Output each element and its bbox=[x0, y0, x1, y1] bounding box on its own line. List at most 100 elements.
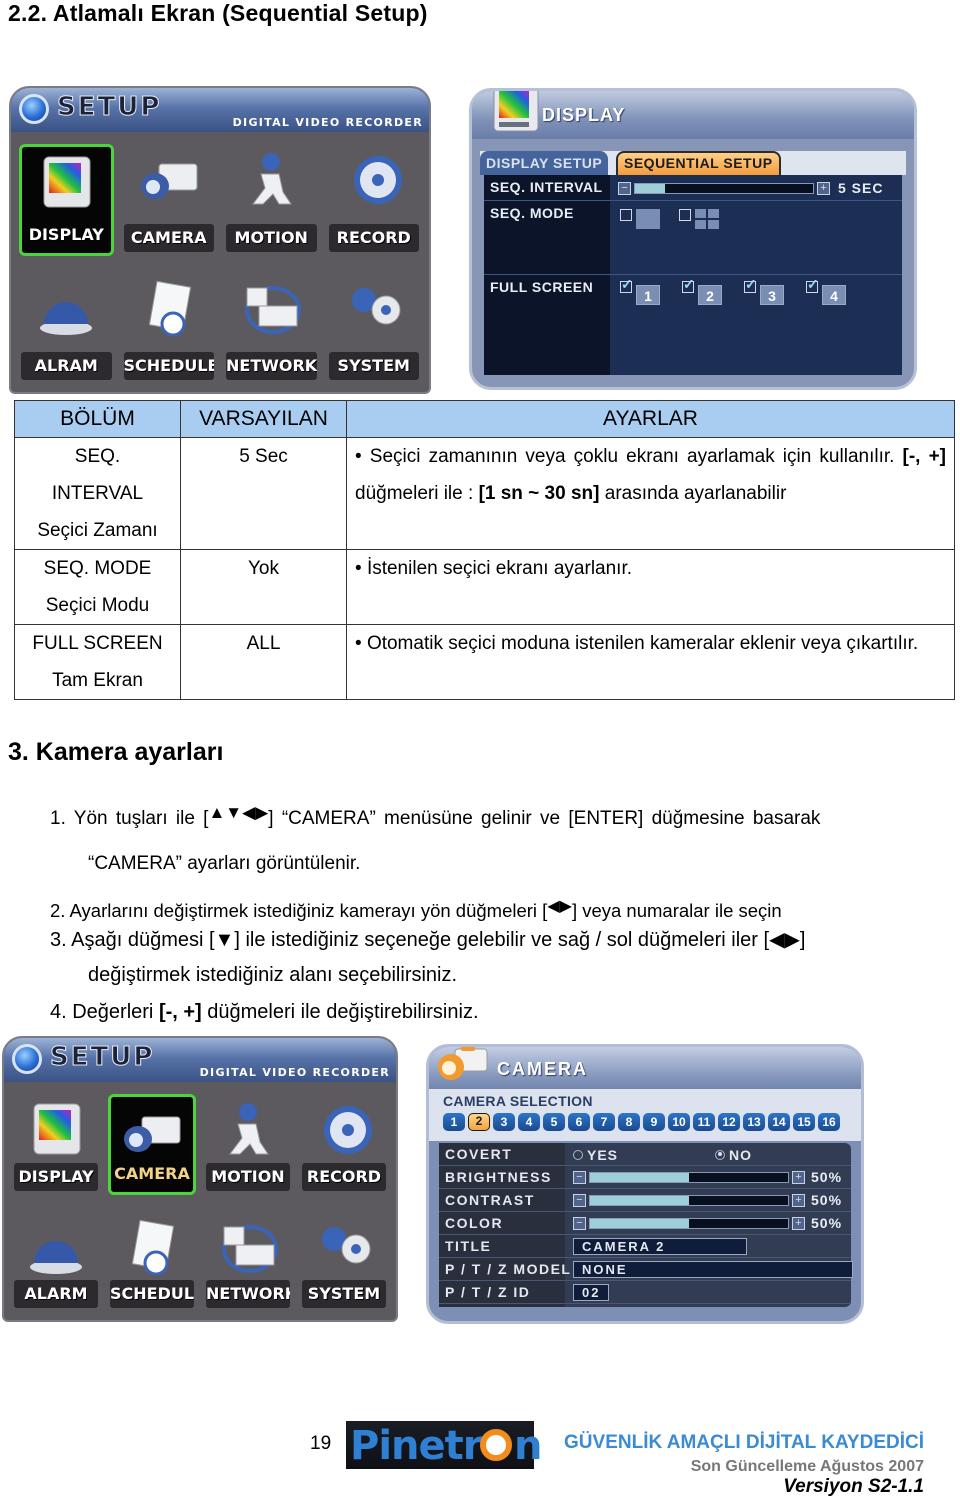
network-icon bbox=[216, 1219, 280, 1275]
ptz-model-select[interactable]: NONE bbox=[573, 1261, 853, 1278]
ptz-id-input[interactable]: 02 bbox=[573, 1284, 609, 1301]
covert-no-option[interactable]: NO bbox=[715, 1146, 752, 1164]
display-icon bbox=[24, 1102, 88, 1158]
plus-button[interactable]: + bbox=[792, 1170, 805, 1184]
menu-item-system[interactable]: SYSTEM bbox=[300, 1211, 388, 1312]
full-screen-camera-option[interactable]: 4 bbox=[806, 276, 846, 305]
slider-track[interactable] bbox=[589, 1217, 789, 1229]
menu-item-motion[interactable]: MOTION bbox=[224, 144, 319, 256]
camera-select-button[interactable]: 10 bbox=[668, 1113, 690, 1131]
default-cell: 5 Sec bbox=[180, 437, 347, 550]
camera-select-button[interactable]: 3 bbox=[493, 1113, 515, 1131]
menu-item-schedule[interactable]: SCHEDULE bbox=[122, 272, 217, 384]
plus-button[interactable]: + bbox=[792, 1193, 805, 1207]
minus-button[interactable]: − bbox=[573, 1216, 586, 1230]
display-monitor-icon bbox=[493, 91, 539, 132]
tab-display-setup[interactable]: DISPLAY SETUP bbox=[480, 151, 609, 175]
camera-select-button[interactable]: 16 bbox=[818, 1113, 840, 1131]
covert-yes-radio[interactable] bbox=[573, 1149, 583, 1160]
motion-icon bbox=[216, 1102, 280, 1158]
camera-select-button[interactable]: 7 bbox=[593, 1113, 615, 1131]
camera-checkbox[interactable] bbox=[806, 276, 819, 293]
table-row: FULL SCREEN Tam Ekran ALL • Otomatik seç… bbox=[14, 624, 955, 700]
menu-item-camera[interactable]: CAMERA bbox=[108, 1094, 196, 1195]
camera-select-button[interactable]: 12 bbox=[718, 1113, 740, 1131]
system-icon bbox=[312, 1219, 376, 1275]
minus-button[interactable]: − bbox=[618, 181, 631, 195]
brightness-value: 50% bbox=[811, 1169, 843, 1185]
seq-mode-single-checkbox[interactable] bbox=[620, 209, 632, 221]
camera-number: 1 bbox=[636, 285, 660, 305]
menu-item-system[interactable]: SYSTEM bbox=[327, 272, 422, 384]
camera-select-button[interactable]: 6 bbox=[568, 1113, 590, 1131]
camera-number: 4 bbox=[822, 285, 846, 305]
tab-sequential-setup[interactable]: SEQUENTIAL SETUP bbox=[616, 151, 781, 175]
contrast-slider[interactable]: − + bbox=[573, 1193, 805, 1207]
step-text: düğmeleri ile değiştirebilirsiniz. bbox=[201, 1001, 479, 1023]
seq-mode-quad-option[interactable] bbox=[679, 209, 719, 229]
covert-yes-option[interactable]: YES bbox=[573, 1146, 618, 1164]
menu-item-alram[interactable]: ALRAM bbox=[19, 272, 114, 384]
camera-select-button[interactable]: 14 bbox=[768, 1113, 790, 1131]
bullet: • bbox=[355, 633, 367, 654]
menu-item-network[interactable]: NETWORK bbox=[204, 1211, 292, 1312]
camera-select-button[interactable]: 4 bbox=[518, 1113, 540, 1131]
slider-track[interactable] bbox=[634, 182, 814, 194]
slider-track[interactable] bbox=[589, 1171, 789, 1183]
col-header-default: VARSAYILAN bbox=[180, 400, 347, 438]
color-slider[interactable]: − + bbox=[573, 1216, 805, 1230]
minus-button[interactable]: − bbox=[573, 1170, 586, 1184]
full-screen-camera-option[interactable]: 2 bbox=[682, 276, 722, 305]
camera-select-button[interactable]: 5 bbox=[543, 1113, 565, 1131]
plus-button[interactable]: + bbox=[817, 181, 830, 195]
menu-item-schedule[interactable]: SCHEDULE bbox=[108, 1211, 196, 1312]
camera-select-button[interactable]: 11 bbox=[693, 1113, 715, 1131]
menu-item-record[interactable]: RECORD bbox=[327, 144, 422, 256]
camera-select-button[interactable]: 9 bbox=[643, 1113, 665, 1131]
seq-mode-row: SEQ. MODE bbox=[484, 201, 902, 275]
camera-panel-title: CAMERA bbox=[497, 1059, 588, 1079]
description-cell: • Seçici zamanının veya çoklu ekranı aya… bbox=[346, 437, 955, 550]
menu-item-record[interactable]: RECORD bbox=[300, 1094, 388, 1195]
logo-ring-icon bbox=[480, 1429, 512, 1461]
title-row: TITLE CAMERA 2 bbox=[439, 1235, 851, 1258]
alarm-icon bbox=[24, 1219, 88, 1275]
title-input[interactable]: CAMERA 2 bbox=[573, 1238, 747, 1255]
covert-no-radio[interactable] bbox=[715, 1149, 725, 1160]
camera-checkbox[interactable] bbox=[682, 276, 695, 293]
camera-select-button[interactable]: 2 bbox=[468, 1113, 490, 1131]
seq-interval-slider[interactable]: − + bbox=[618, 181, 830, 195]
seq-mode-quad-checkbox[interactable] bbox=[679, 209, 691, 221]
left-right-keys-icon: ◀▶ bbox=[769, 929, 800, 951]
menu-item-network[interactable]: NETWORK bbox=[224, 272, 319, 384]
seq-mode-single-option[interactable] bbox=[620, 209, 660, 229]
section-name: SEQ. bbox=[74, 446, 121, 467]
full-screen-camera-option[interactable]: 3 bbox=[744, 276, 784, 305]
camera-select-button[interactable]: 1 bbox=[443, 1113, 465, 1131]
menu-item-display[interactable]: DISPLAY bbox=[12, 1094, 100, 1195]
covert-label: COVERT bbox=[445, 1146, 513, 1162]
desc-text: Otomatik seçici moduna istenilen kameral… bbox=[366, 633, 919, 654]
camera-select-button[interactable]: 15 bbox=[793, 1113, 815, 1131]
minus-button[interactable]: − bbox=[573, 1193, 586, 1207]
plus-button[interactable]: + bbox=[792, 1216, 805, 1230]
step-3-continued: değiştirmek istediğiniz alanı seçebilirs… bbox=[88, 964, 458, 986]
setup-orb-icon bbox=[12, 1044, 42, 1074]
color-label: COLOR bbox=[445, 1215, 504, 1231]
camera-select-button[interactable]: 8 bbox=[618, 1113, 640, 1131]
camera-checkbox[interactable] bbox=[744, 276, 757, 293]
menu-item-alarm[interactable]: ALARM bbox=[12, 1211, 100, 1312]
camera-checkbox[interactable] bbox=[620, 276, 633, 293]
camera-select-button[interactable]: 13 bbox=[743, 1113, 765, 1131]
full-screen-camera-option[interactable]: 1 bbox=[620, 276, 660, 305]
bullet: • bbox=[355, 446, 370, 467]
menu-item-camera[interactable]: CAMERA bbox=[122, 144, 217, 256]
logo-text-tail: n bbox=[514, 1423, 543, 1469]
menu-item-motion[interactable]: MOTION bbox=[204, 1094, 292, 1195]
camera-selection-label: CAMERA SELECTION bbox=[443, 1093, 593, 1109]
description-cell: • Otomatik seçici moduna istenilen kamer… bbox=[346, 624, 955, 700]
brightness-slider[interactable]: − + bbox=[573, 1170, 805, 1184]
slider-track[interactable] bbox=[589, 1194, 789, 1206]
camera-settings-body: COVERT YES NO BRIGHTNESS − + 50% CONTRAS… bbox=[439, 1143, 853, 1307]
menu-item-display[interactable]: DISPLAY bbox=[19, 144, 114, 256]
